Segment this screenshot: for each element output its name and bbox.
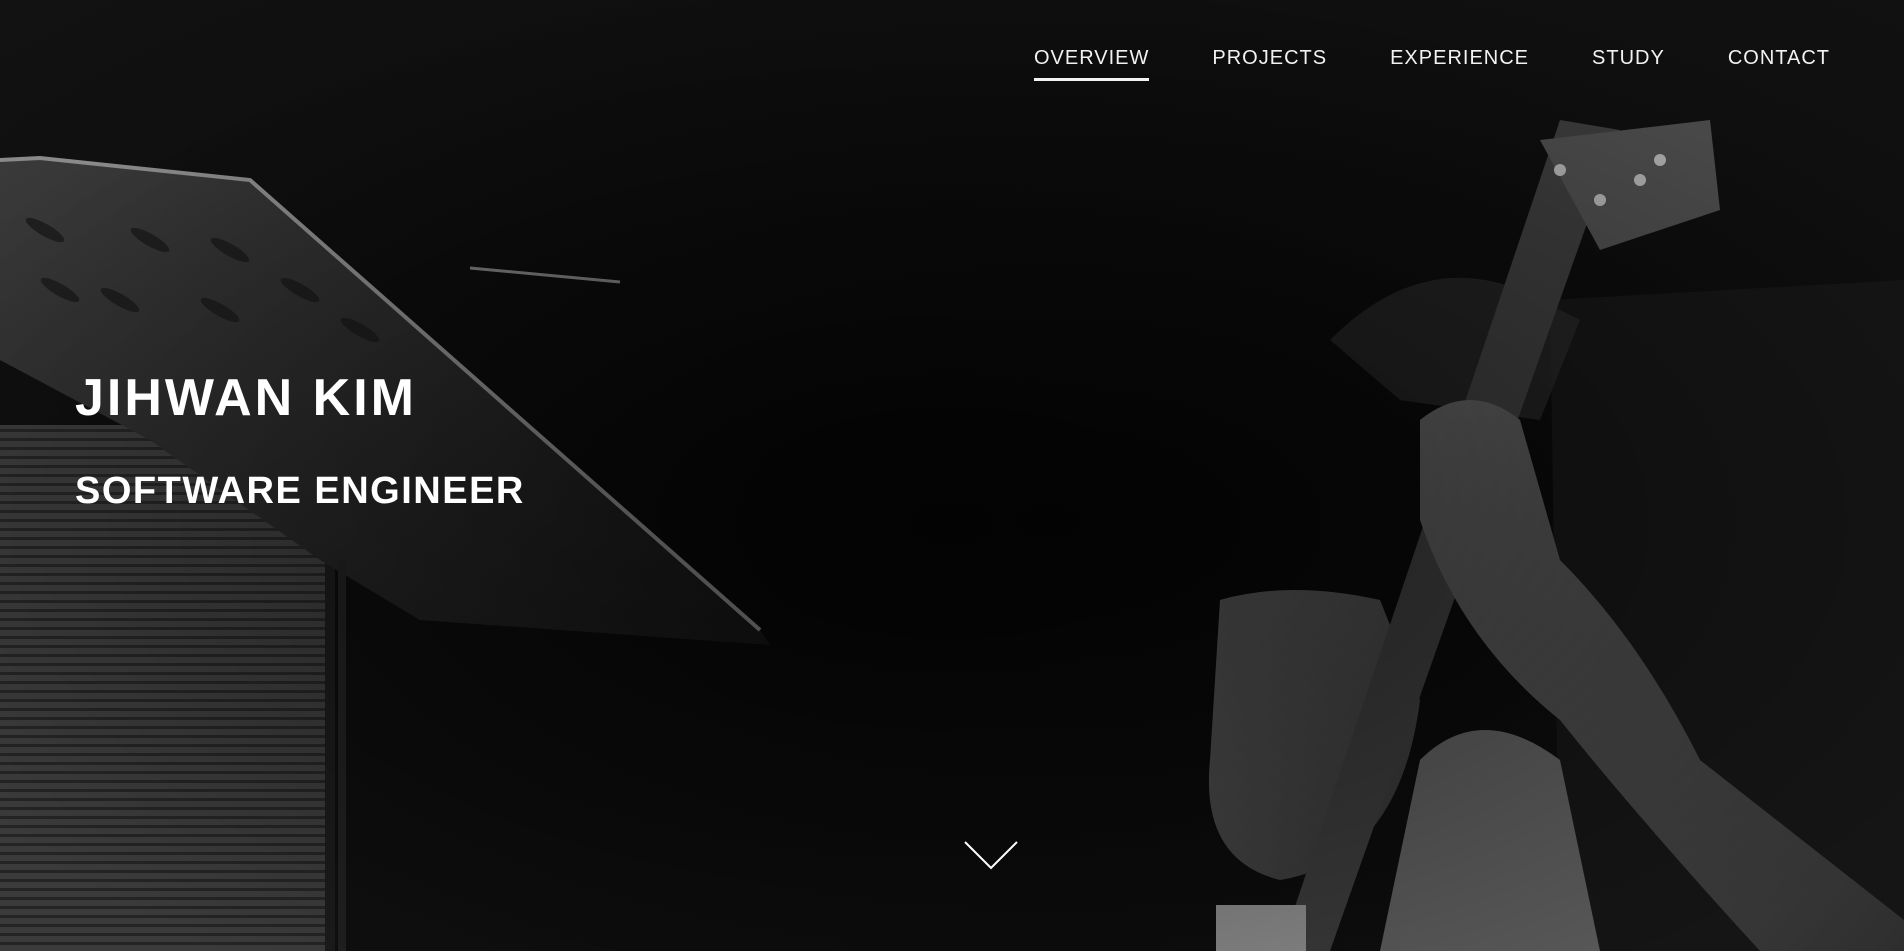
- nav-item-study[interactable]: STUDY: [1592, 48, 1665, 81]
- chevron-down-icon[interactable]: [963, 840, 1019, 872]
- nav-item-overview[interactable]: OVERVIEW: [1033, 48, 1150, 81]
- hero-role: SOFTWARE ENGINEER: [75, 470, 525, 512]
- hero-name: JIHWAN KIM: [75, 369, 417, 427]
- hero-section: OVERVIEW PROJECTS EXPERIENCE STUDY CONTA…: [0, 0, 1904, 951]
- nav-item-contact[interactable]: CONTACT: [1728, 48, 1830, 81]
- main-nav: OVERVIEW PROJECTS EXPERIENCE STUDY CONTA…: [1033, 48, 1830, 81]
- nav-item-experience[interactable]: EXPERIENCE: [1390, 48, 1529, 81]
- nav-item-projects[interactable]: PROJECTS: [1212, 48, 1327, 81]
